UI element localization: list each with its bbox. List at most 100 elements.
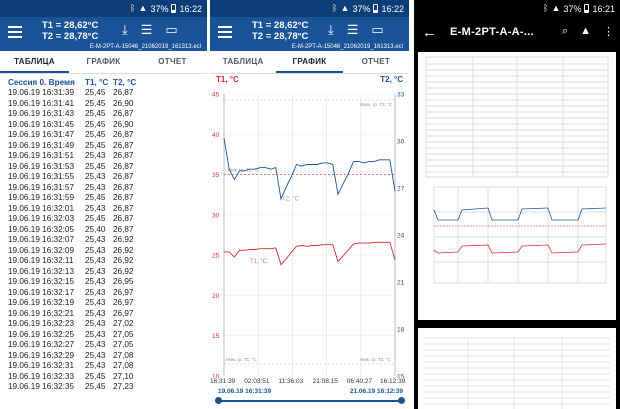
tab-chart[interactable]: ГРАФИК — [276, 51, 343, 73]
tab-table[interactable]: ТАБЛИЦА — [210, 51, 276, 73]
cell-t2: 26,87 — [113, 203, 134, 213]
table-row: 19.06.19 16:31:39 25,45 26,87 — [0, 88, 207, 99]
range-slider-track[interactable] — [218, 400, 404, 402]
cell-t2: 26,92 — [113, 245, 134, 255]
pdf-title: E-M-2PT-A-A-... — [450, 26, 534, 38]
cell-time: 19.06.19 16:32:13 — [8, 266, 75, 276]
cell-t2: 26,95 — [113, 277, 134, 286]
cell-t1: 25,43 — [85, 340, 106, 349]
pdf-page-1[interactable] — [418, 52, 616, 320]
range-slider-end-handle[interactable] — [398, 397, 405, 404]
left-tick-label: 40 — [212, 132, 220, 139]
table-row: 19.06.19 16:32:11 25,43 26,92 — [0, 256, 207, 267]
cell-t1: 25,45 — [85, 214, 106, 223]
tab-chart[interactable]: ГРАФИК — [69, 51, 138, 73]
cell-time: 19.06.19 16:32:33 — [8, 371, 75, 381]
back-arrow-icon[interactable]: ← — [422, 24, 437, 41]
appbar-actions: ⤓ ☰ ▭ — [122, 22, 178, 38]
sliders-icon[interactable]: ☰ — [141, 22, 153, 38]
cell-t2: 26,87 — [113, 214, 134, 223]
pdf-actions: ⌕ ▲ ⋮ — [562, 25, 614, 38]
right-axis-title: T2, °C — [380, 75, 403, 84]
table-row: 19.06.19 16:31:41 25,45 26,90 — [0, 99, 207, 110]
cell-time: 19.06.19 16:32:19 — [8, 298, 75, 307]
cell-t2: 26,92 — [113, 256, 134, 265]
cell-t2: 27,08 — [113, 361, 134, 370]
cell-t1: 25,43 — [85, 319, 106, 328]
cell-t2: 26,87 — [113, 109, 134, 118]
cell-t2: 26,87 — [113, 88, 134, 97]
tab-report[interactable]: ОТЧЕТ — [138, 51, 207, 73]
cell-t1: 25,43 — [85, 245, 106, 255]
cell-t1: 25,43 — [85, 350, 106, 360]
drive-icon[interactable]: ▲ — [580, 25, 591, 38]
cell-t2: 27,05 — [113, 340, 134, 349]
cell-t1: 25,43 — [85, 361, 106, 370]
upper-limit-label: Верх. гр. T2, °C — [360, 102, 393, 107]
folder-icon[interactable]: ▭ — [371, 22, 383, 38]
download-icon[interactable]: ⤓ — [328, 22, 334, 38]
cell-t1: 25,45 — [85, 109, 106, 118]
cell-t2: 26,87 — [113, 172, 134, 181]
app-bar: T1 = 28,62°C T2 = 28,78°C ⤓ ☰ ▭ E-M-2PT-… — [210, 17, 409, 51]
cell-t1: 25,45 — [85, 382, 106, 391]
table-row: 19.06.19 16:31:59 25,45 26,87 — [0, 193, 207, 204]
table-row: 19.06.19 16:31:53 25,45 26,87 — [0, 162, 207, 173]
date-end: 21.06.19 16:12:39 — [349, 388, 403, 395]
t1-current: T1 = 28,62°C — [42, 20, 99, 31]
table-row: 19.06.19 16:31:43 25,45 26,87 — [0, 109, 207, 120]
cell-t2: 26,87 — [113, 161, 134, 171]
status-time: 16:22 — [381, 3, 404, 14]
right-tick-label: 27 — [397, 186, 405, 193]
cell-time: 19.06.19 16:32:29 — [8, 350, 75, 360]
tab-report[interactable]: ОТЧЕТ — [343, 51, 409, 73]
cell-time: 19.06.19 16:31:45 — [8, 119, 75, 129]
tab-table[interactable]: ТАБЛИЦА — [0, 51, 69, 73]
folder-icon[interactable]: ▭ — [165, 22, 177, 38]
status-time: 16:21 — [592, 3, 615, 14]
signal-icon: ▲ — [138, 3, 148, 13]
date-start: 19.06.19 16:31:39 — [218, 388, 272, 395]
table-row: 19.06.19 16:32:01 25,43 26,87 — [0, 204, 207, 215]
tab-bar: ТАБЛИЦА ГРАФИК ОТЧЕТ — [0, 51, 207, 74]
table-row: 19.06.19 16:32:03 25,45 26,87 — [0, 214, 207, 225]
download-icon[interactable]: ⤓ — [122, 22, 128, 38]
table-row: 19.06.19 16:31:57 25,43 26,87 — [0, 183, 207, 194]
bluetooth-icon: ᛒ — [543, 3, 549, 13]
cell-t2: 26,87 — [113, 193, 134, 202]
menu-icon[interactable] — [218, 26, 232, 38]
table-row: 19.06.19 16:32:31 25,43 27,08 — [0, 361, 207, 372]
status-time: 16:22 — [179, 3, 202, 14]
more-vert-icon[interactable]: ⋮ — [603, 25, 614, 38]
cell-time: 19.06.19 16:31:41 — [8, 98, 75, 108]
cell-time: 19.06.19 16:32:35 — [8, 382, 75, 391]
pdf-page-2[interactable] — [418, 328, 616, 409]
table-row: 19.06.19 16:32:15 25,43 26,95 — [0, 277, 207, 288]
right-tick-label: 33 — [397, 92, 405, 99]
table-row: 19.06.19 16:32:19 25,43 26,97 — [0, 298, 207, 309]
cell-time: 19.06.19 16:31:55 — [8, 172, 75, 181]
cell-t2: 27,02 — [113, 319, 134, 328]
battery-icon — [171, 4, 177, 13]
search-icon[interactable]: ⌕ — [562, 25, 568, 38]
sliders-icon[interactable]: ☰ — [347, 22, 359, 38]
temperature-chart[interactable]: 454035302520151033302724211815Верх. гр. … — [210, 86, 409, 379]
cell-t2: 26,90 — [113, 98, 134, 108]
cell-t2: 26,92 — [113, 266, 134, 276]
range-slider-start-handle[interactable] — [215, 397, 222, 404]
t2-series-tag: T2, °C — [282, 197, 300, 203]
current-temperatures: T1 = 28,62°C T2 = 28,78°C — [252, 20, 308, 42]
cell-time: 19.06.19 16:32:05 — [8, 224, 75, 234]
cell-t2: 26,87 — [113, 182, 134, 192]
table-row: 19.06.19 16:31:45 25,45 26,90 — [0, 120, 207, 131]
cell-t2: 26,97 — [113, 287, 134, 297]
right-tick-label: 18 — [397, 327, 405, 334]
cell-time: 19.06.19 16:32:21 — [8, 308, 75, 318]
bluetooth-icon: ᛒ — [130, 3, 136, 13]
menu-icon[interactable] — [8, 26, 22, 38]
cell-t2: 26,87 — [113, 130, 134, 139]
cell-t1: 25,45 — [85, 161, 106, 171]
battery-icon — [584, 4, 590, 13]
cell-time: 19.06.19 16:31:51 — [8, 151, 75, 160]
cell-time: 19.06.19 16:32:03 — [8, 214, 75, 223]
